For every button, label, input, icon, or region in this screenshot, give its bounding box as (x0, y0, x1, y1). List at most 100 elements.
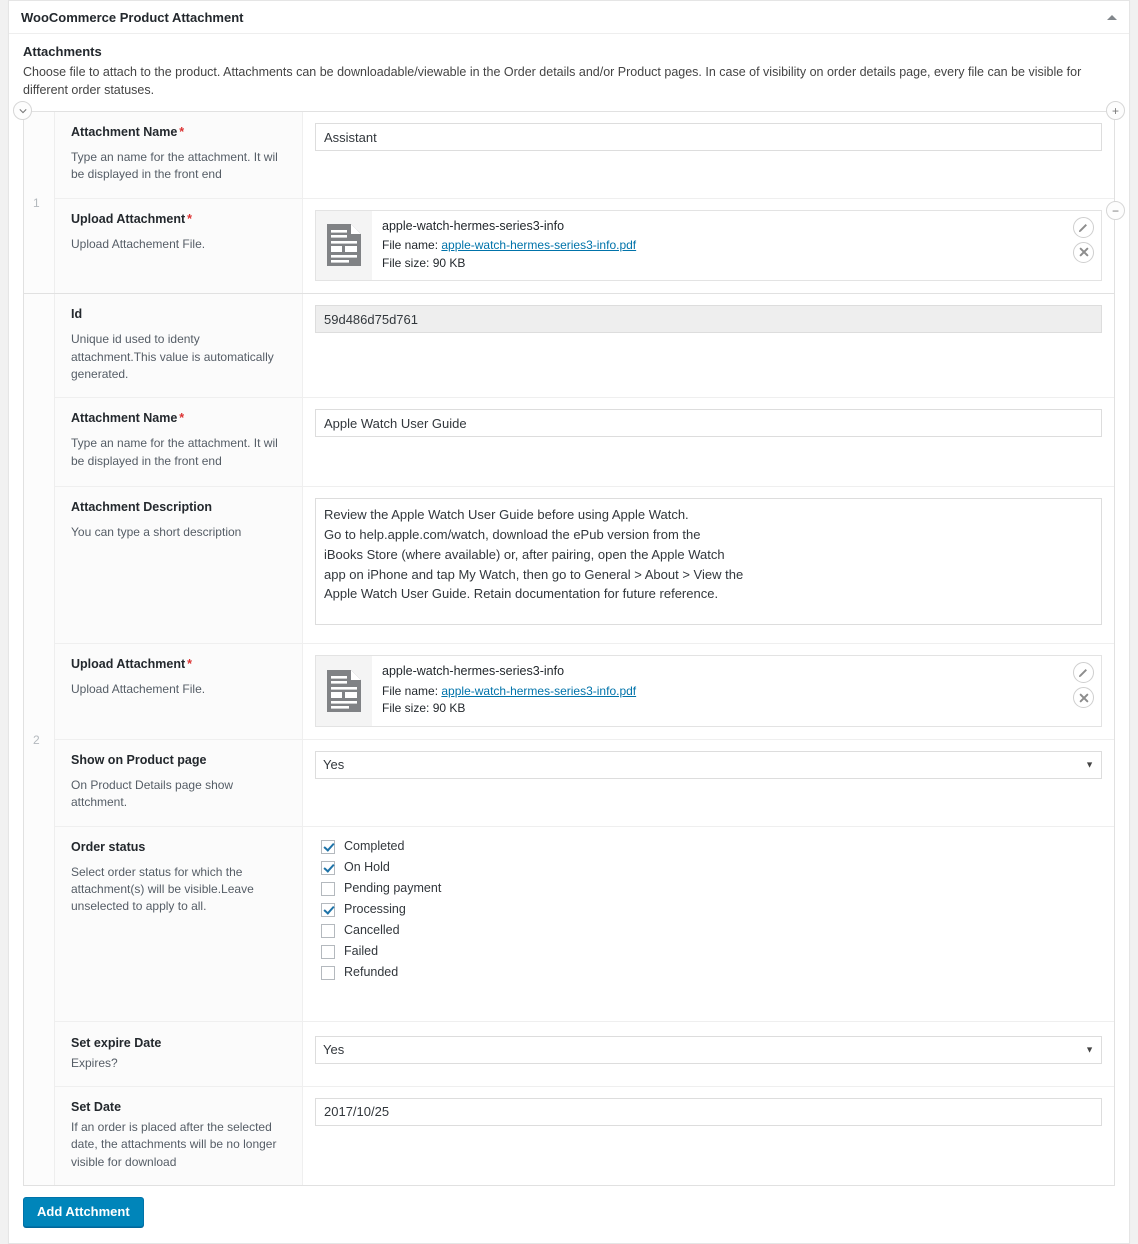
set-expire-date-select-wrap: Yes ▼ (315, 1035, 1102, 1064)
field-control: Completed On Hold Pending payment Proces… (303, 827, 1114, 1021)
remove-row-button[interactable]: − (1106, 201, 1125, 220)
field-label: Attachment Description You can type a sh… (55, 487, 303, 644)
set-expire-date-description: Expires? (71, 1055, 118, 1070)
group-body: Attachment Name * Type an name for the at… (55, 112, 1114, 294)
group-index: 2 (24, 294, 55, 1186)
checkbox-label: Completed (344, 839, 405, 854)
add-row-button[interactable]: + (1106, 101, 1125, 120)
set-date-label: Set Date (71, 1099, 122, 1114)
attachment-group: 2 Id Unique id used to identy attachment… (23, 293, 1115, 1187)
attachment-name-input[interactable] (315, 409, 1102, 438)
pencil-icon (1078, 223, 1087, 232)
field-control (303, 294, 1114, 397)
field-upload-attachment: Upload Attachment * Upload Attachement Fi… (55, 644, 1114, 740)
field-set-date: Set Date If an order is placed after the… (55, 1086, 1114, 1186)
checkbox-item[interactable]: On Hold (321, 860, 1102, 875)
checkbox-item[interactable]: Processing (321, 902, 1102, 917)
field-label: Set expire Date Expires? (55, 1021, 303, 1086)
file-meta: apple-watch-hermes-series3-info File nam… (372, 656, 1101, 725)
checkbox-refunded[interactable] (321, 965, 335, 980)
file-size-line: File size: 90 KB (382, 701, 466, 716)
checkbox-item[interactable]: Completed (321, 839, 1102, 854)
show-on-product-page-select[interactable]: Yes (315, 750, 1102, 779)
attachment-name-label: Attachment Name * (71, 411, 185, 426)
checkbox-item[interactable]: Cancelled (321, 923, 1102, 938)
id-input (315, 305, 1102, 334)
close-x-icon (1079, 247, 1088, 257)
field-control: Yes ▼ (303, 1022, 1114, 1086)
checkbox-processing[interactable] (321, 902, 335, 917)
set-expire-date-label: Set expire Date (71, 1035, 162, 1050)
repeater-collapse-button[interactable] (13, 101, 32, 120)
order-status-description: Select order status for which the attach… (71, 864, 254, 914)
add-attachment-button[interactable]: Add Attchment (23, 1197, 144, 1227)
checkbox-item[interactable]: Failed (321, 944, 1102, 959)
checkbox-pending-payment[interactable] (321, 881, 335, 896)
field-set-expire-date: Set expire Date Expires? Yes ▼ (55, 1021, 1114, 1087)
field-id: Id Unique id used to identy attachment.T… (55, 294, 1114, 399)
edit-file-button[interactable] (1073, 216, 1094, 238)
field-label: Attachment Name * Type an name for the at… (55, 398, 303, 487)
chevron-down-icon (18, 108, 27, 113)
file-title: apple-watch-hermes-series3-info (382, 664, 565, 679)
panel-header: WooCommerce Product Attachment (9, 1, 1129, 34)
file-thumbnail (316, 210, 372, 281)
file-size-line: File size: 90 KB (382, 255, 466, 270)
field-label: Show on Product page On Product Details … (55, 739, 303, 826)
document-icon (327, 224, 361, 267)
delete-file-button[interactable] (1073, 687, 1094, 709)
file-name-link[interactable]: apple-watch-hermes-series3-info.pdf (441, 684, 636, 698)
panel-collapse-toggle[interactable] (1105, 10, 1119, 24)
set-expire-date-select[interactable]: Yes (315, 1035, 1102, 1064)
field-control (303, 112, 1114, 198)
attachment-name-description: Type an name for the attachment. It wil … (71, 436, 278, 468)
checkbox-completed[interactable] (321, 839, 335, 854)
field-attachment-name: Attachment Name * Type an name for the at… (55, 112, 1114, 199)
delete-file-button[interactable] (1073, 241, 1094, 263)
document-icon (327, 670, 361, 713)
checkbox-on-hold[interactable] (321, 860, 335, 875)
attachments-heading: Attachments (23, 44, 102, 59)
set-date-input[interactable] (315, 1097, 1102, 1126)
checkbox-cancelled[interactable] (321, 923, 335, 938)
attachment-description-textarea[interactable]: Review the Apple Watch User Guide before… (315, 498, 1102, 626)
field-upload-attachment: Upload Attachment * Upload Attachement Fi… (55, 198, 1114, 294)
attachment-group: 1 Attachment Name * Type an name for the … (23, 111, 1115, 295)
checkbox-label: Cancelled (344, 923, 400, 938)
field-label: Upload Attachment * Upload Attachement Fi… (55, 198, 303, 294)
file-preview: apple-watch-hermes-series3-info File nam… (315, 655, 1102, 727)
group-index-label: 1 (33, 195, 40, 210)
file-name-line: File name: apple-watch-hermes-series3-in… (382, 238, 637, 253)
checkbox-label: Failed (344, 944, 379, 959)
attachments-repeater: + − 1 Attachment Name * Type an name for … (13, 101, 1125, 1187)
file-name-link[interactable]: apple-watch-hermes-series3-info.pdf (441, 238, 636, 252)
field-label: Order status Select order status for whi… (55, 826, 303, 1021)
attachment-name-input[interactable] (315, 123, 1102, 151)
file-name-line: File name: apple-watch-hermes-series3-in… (382, 683, 637, 698)
field-show-on-product-page: Show on Product page On Product Details … (55, 739, 1114, 827)
checkbox-label: Refunded (344, 965, 399, 980)
attachments-description: Choose file to attach to the product. At… (23, 65, 1082, 97)
file-thumbnail (316, 656, 372, 726)
close-x-icon (1079, 693, 1088, 703)
triangle-up-icon (1107, 14, 1117, 20)
field-control: Yes ▼ (303, 740, 1114, 826)
footer-bar: Add Attchment (9, 1185, 1129, 1243)
checkbox-failed[interactable] (321, 944, 335, 959)
edit-file-button[interactable] (1073, 662, 1094, 684)
field-label: Set Date If an order is placed after the… (55, 1086, 303, 1186)
file-title: apple-watch-hermes-series3-info (382, 218, 565, 233)
attachment-description-description: You can type a short description (71, 525, 242, 540)
group-index: 1 (24, 112, 55, 294)
group-body: Id Unique id used to identy attachment.T… (55, 294, 1114, 1186)
page-title: WooCommerce Product Attachment (21, 9, 244, 25)
checkbox-item[interactable]: Refunded (321, 965, 1102, 980)
checkbox-item[interactable]: Pending payment (321, 881, 1102, 896)
attachments-intro: Attachments Choose file to attach to the… (9, 34, 1129, 103)
required-marker: * (187, 211, 192, 226)
id-label: Id (71, 307, 83, 322)
attachment-description-label: Attachment Description (71, 500, 212, 515)
minus-icon: − (1111, 203, 1119, 218)
attachment-name-description: Type an name for the attachment. It wil … (71, 150, 278, 182)
attachment-name-label: Attachment Name * (71, 125, 185, 139)
